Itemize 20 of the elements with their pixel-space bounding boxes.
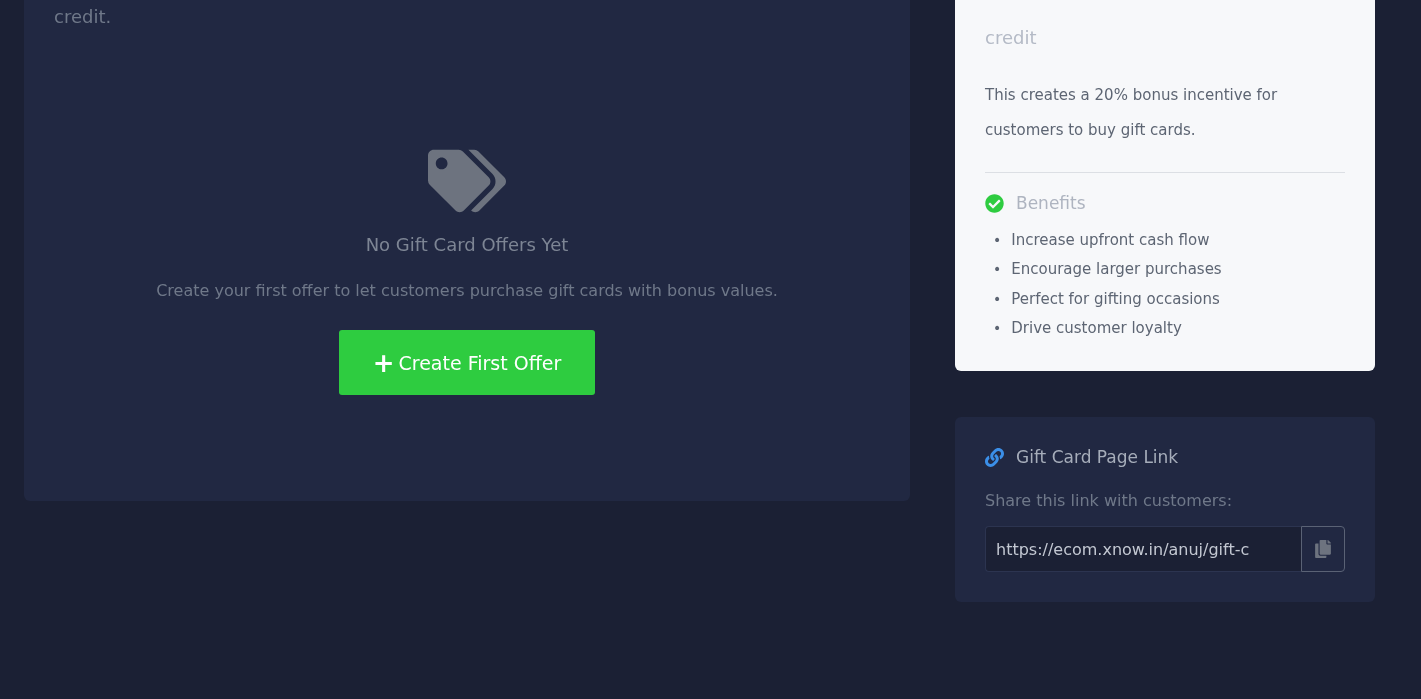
- url-field[interactable]: https://ecom.xnow.in/anuj/gift-c: [985, 526, 1301, 572]
- example-text: credit: [985, 26, 1038, 50]
- offer-description-text: credit.: [54, 5, 113, 29]
- bullet: •: [993, 231, 1002, 248]
- explanation-text: This creates a 20% bonus incentive for customers to buy gift cards.: [985, 85, 1279, 141]
- link-card-title: Gift Card Page Link: [1016, 447, 1179, 467]
- benefits-title: Benefits: [1016, 193, 1086, 213]
- benefit-item: Drive customer loyalty: [1011, 319, 1182, 338]
- bullet: •: [993, 290, 1002, 307]
- copy-button[interactable]: [1301, 526, 1345, 572]
- empty-state-title: No Gift Card Offers Yet: [365, 234, 569, 255]
- empty-state-message: Create your first offer to let customers purchase gift cards with bonus values.: [156, 281, 778, 300]
- link-icon: [985, 447, 1004, 467]
- bullet: •: [993, 261, 1002, 278]
- benefit-item: Perfect for gifting occasions: [1011, 289, 1220, 308]
- bullet: •: [993, 320, 1002, 337]
- copy-icon: [1314, 540, 1332, 558]
- benefit-item: Increase upfront cash flow: [1011, 230, 1210, 249]
- benefit-item: Encourage larger purchases: [1011, 260, 1222, 279]
- share-hint: Share this link with customers:: [985, 491, 1234, 510]
